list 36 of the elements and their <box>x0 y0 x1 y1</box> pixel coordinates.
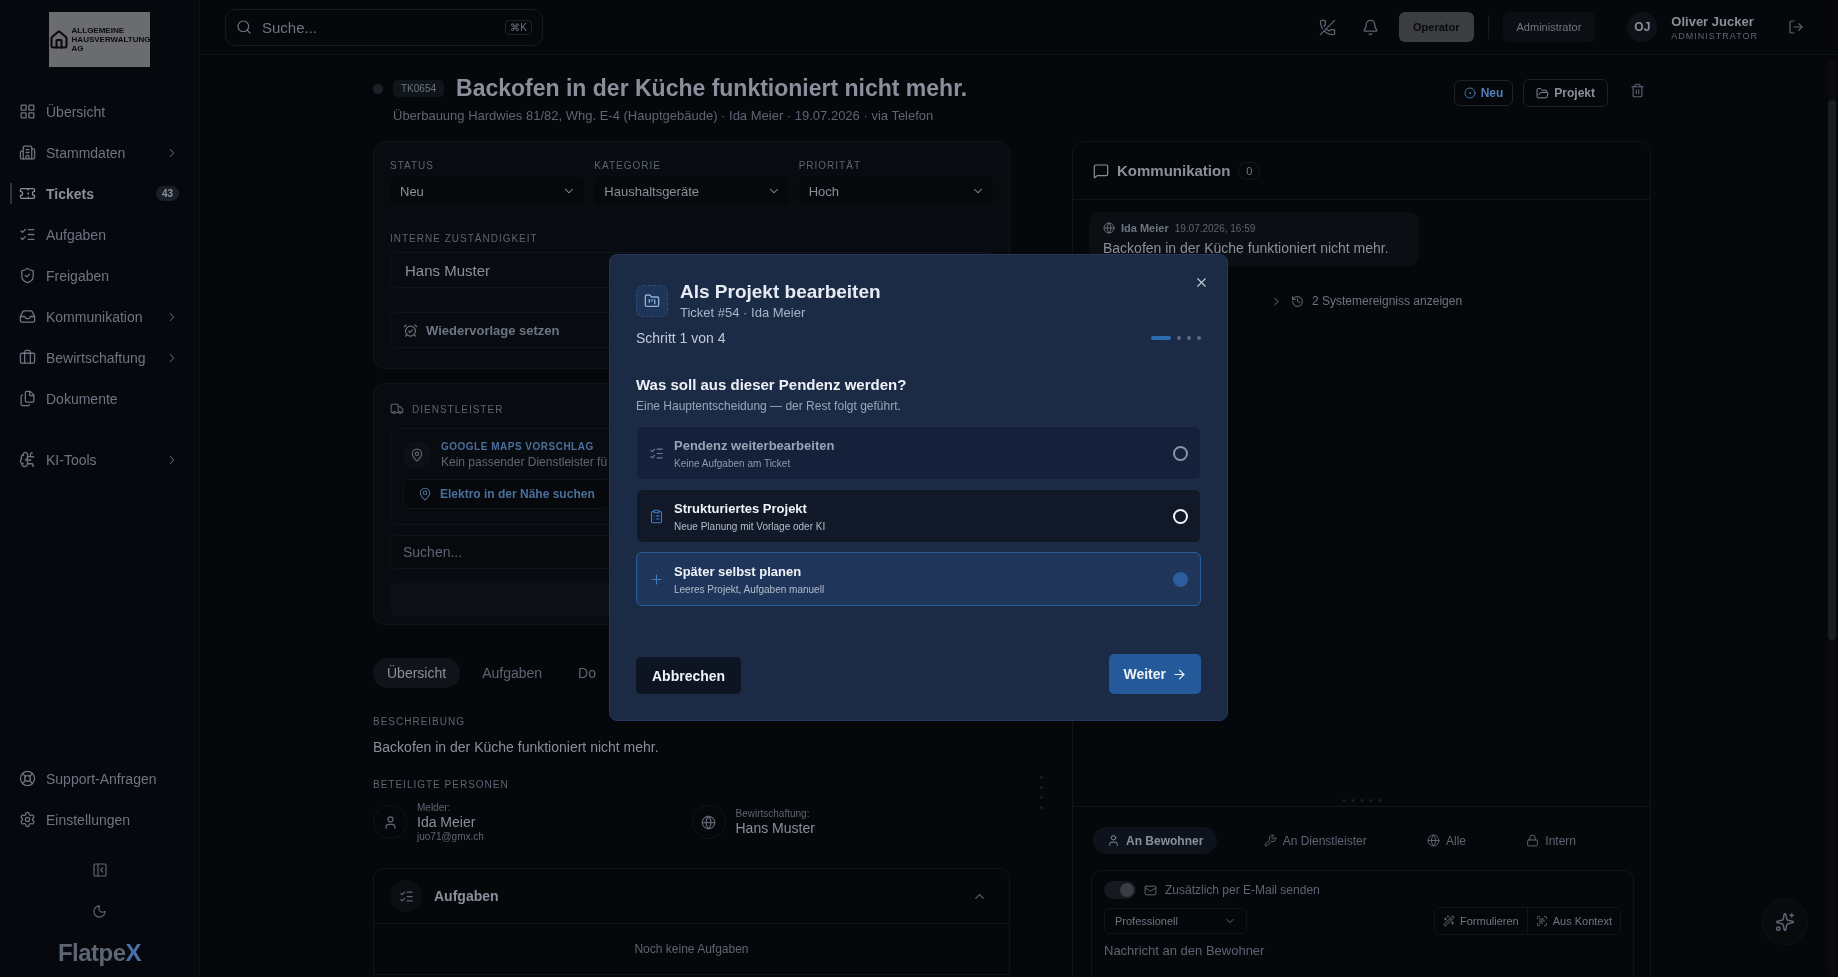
person-email: juo71@gmx.ch <box>417 831 484 842</box>
person-name: Hans Muster <box>735 820 815 836</box>
tasks-title: Aufgaben <box>434 888 500 904</box>
section-label: DIENSTLEISTER <box>412 403 504 415</box>
count-badge: 43 <box>155 186 179 201</box>
dialog-subtitle: Ticket #54 · Ida Meier <box>680 305 807 320</box>
dialog-question: Was soll aus dieser Pendenz werden? <box>636 376 908 393</box>
message-text: Backofen in der Küche funktioniert nicht mehr. <box>1103 240 1390 256</box>
person-role: Melder: <box>417 802 452 813</box>
message-time: 19.07.2026, 16:59 <box>1174 222 1256 234</box>
user-name: Oliver Jucker <box>1671 13 1755 29</box>
brand-logo: FlatpeX <box>57 939 142 967</box>
step-text: Schritt 1 von 4 <box>636 330 726 346</box>
field-label: PRIORITÄT <box>798 160 862 171</box>
shortcut-hint: ⌘K <box>505 19 532 35</box>
person-role: Bewirtschaftung: <box>735 808 811 819</box>
user-role: ADMINISTRATOR <box>1671 30 1758 41</box>
dialog-hint: Eine Hauptentscheidung — der Rest folgt geführt. <box>636 399 902 413</box>
person-name: Ida Meier <box>417 814 477 830</box>
toggle-label: Zusätzlich per E-Mail senden <box>1165 883 1320 897</box>
message-author: Ida Meier <box>1121 222 1169 234</box>
field-label: KATEGORIE <box>594 160 662 171</box>
dialog-title: Als Projekt bearbeiten <box>680 281 882 303</box>
ticket-id: TK0654 <box>393 80 445 97</box>
ticket-title: Backofen in der Küche funktioniert nicht mehr. <box>456 75 968 102</box>
section-label: BESCHREIBUNG <box>373 716 466 727</box>
field-label: INTERNE ZUSTÄNDIGKEIT <box>390 233 539 244</box>
suggestion-text: Kein passender Dienstleister fü <box>441 455 608 469</box>
section-label: BETEILIGTE PERSONEN <box>373 779 510 790</box>
suggestion-title: GOOGLE MAPS VORSCHLAG <box>441 441 595 452</box>
panel-title: Kommunikation <box>1117 162 1231 179</box>
field-label: STATUS <box>390 160 435 171</box>
company-logo: ALLGEMEINE HAUSVERWALTUNG AG <box>49 12 150 67</box>
ticket-meta: Überbauung Hardwies 81/82, Whg. E-4 (Hauptgebäude) · Ida Meier · 19.07.2026 · via Telefon <box>393 108 935 123</box>
empty-text: Noch keine Aufgaben <box>374 924 1009 975</box>
description-text: Backofen in der Küche funktioniert nicht mehr. <box>373 739 660 755</box>
